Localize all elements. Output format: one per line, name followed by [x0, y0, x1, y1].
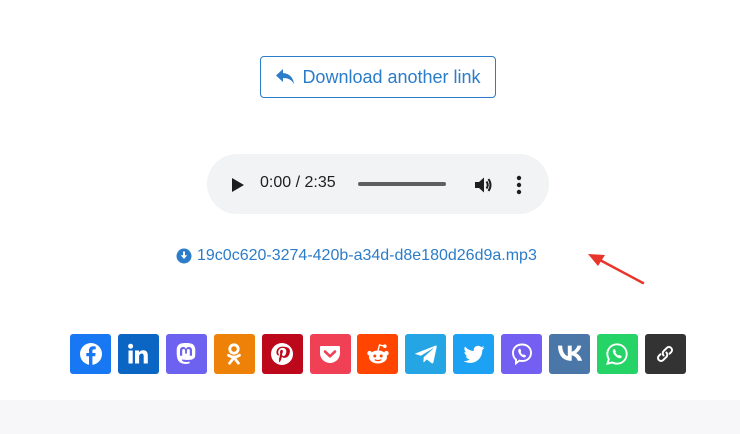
viber-icon [511, 343, 532, 366]
reddit-share-button[interactable] [357, 334, 399, 374]
pocket-icon [320, 346, 341, 363]
whatsapp-share-button[interactable] [596, 334, 638, 374]
whatsapp-icon [606, 343, 629, 366]
copy-link-share-button[interactable] [644, 334, 686, 374]
play-icon[interactable] [231, 177, 245, 193]
linkedin-icon [128, 343, 149, 364]
download-another-link-button[interactable]: Download another link [260, 56, 496, 98]
pinterest-share-button[interactable] [261, 334, 303, 374]
twitter-icon [463, 345, 485, 363]
facebook-icon [79, 343, 102, 365]
file-download-link[interactable]: 19c0c620-3274-420b-a34d-d8e180d26d9a.mp3 [176, 246, 537, 266]
share-buttons [70, 334, 686, 374]
page-bottom-band [0, 400, 740, 434]
pinterest-icon [271, 343, 294, 365]
download-another-link-label: Download another link [302, 66, 481, 87]
mastodon-icon [177, 343, 196, 364]
audio-player: 0:00 / 2:35 [207, 154, 549, 214]
reddit-icon [367, 344, 389, 364]
circle-download-icon [176, 248, 192, 264]
vk-share-button[interactable] [549, 334, 591, 374]
odnoklassniki-share-button[interactable] [213, 334, 255, 374]
volume-icon[interactable] [473, 175, 493, 195]
audio-time: 0:00 / 2:35 [260, 174, 336, 191]
vk-icon [557, 345, 582, 361]
viber-share-button[interactable] [501, 334, 543, 374]
facebook-share-button[interactable] [70, 334, 111, 374]
telegram-icon [415, 345, 437, 364]
audio-progress-slider[interactable] [358, 182, 446, 186]
annotation-arrow-icon [588, 254, 645, 285]
telegram-share-button[interactable] [405, 334, 447, 374]
twitter-share-button[interactable] [453, 334, 495, 374]
odnoklassniki-icon [227, 343, 242, 365]
linkedin-share-button[interactable] [117, 334, 159, 374]
file-name: 19c0c620-3274-420b-a34d-d8e180d26d9a.mp3 [197, 247, 537, 264]
link-icon [657, 346, 674, 362]
mastodon-share-button[interactable] [165, 334, 207, 374]
reply-arrow-icon [276, 69, 295, 84]
more-options-icon[interactable] [511, 174, 527, 196]
pocket-share-button[interactable] [309, 334, 351, 374]
